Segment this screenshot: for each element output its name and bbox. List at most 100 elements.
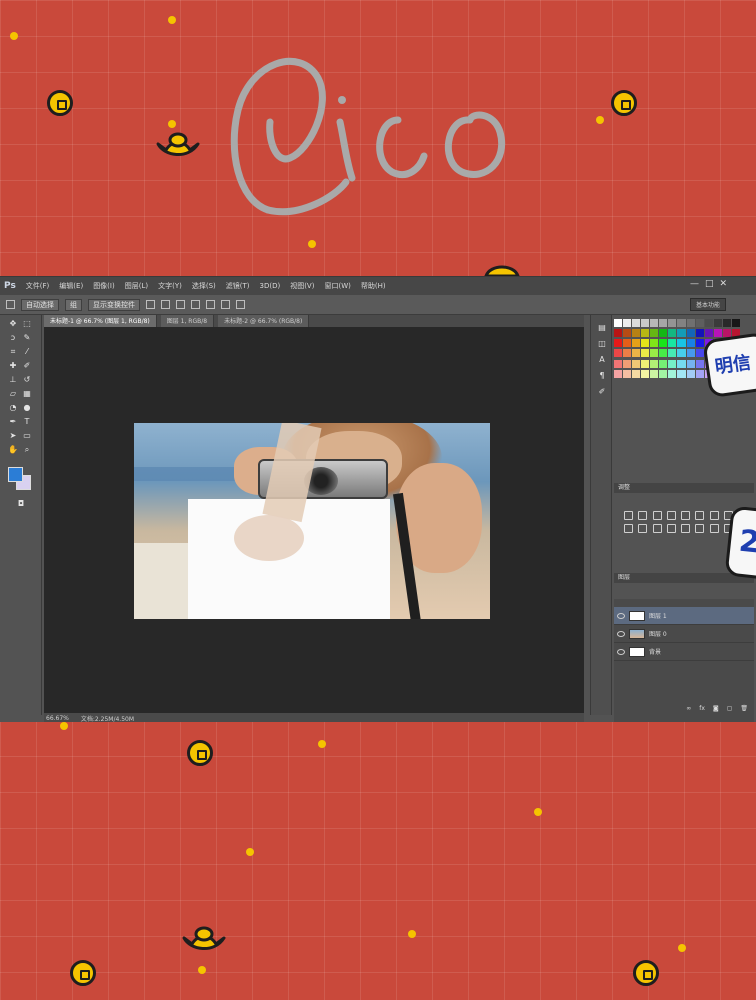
swatch-chip[interactable] (695, 349, 704, 358)
align-top-icon[interactable] (146, 300, 155, 309)
menu-help[interactable]: 帮助(H) (361, 281, 386, 291)
eraser-tool-icon[interactable]: ▱ (8, 389, 18, 399)
swatch-chip[interactable] (623, 319, 632, 327)
move-tool-icon[interactable] (6, 300, 15, 309)
swatch-chip[interactable] (641, 339, 650, 348)
swatch-chip[interactable] (659, 349, 668, 358)
menu-file[interactable]: 文件(F) (26, 281, 50, 291)
swatch-chip[interactable] (632, 359, 641, 368)
hue-saturation-icon[interactable] (695, 511, 705, 520)
adjustments-panel-title[interactable]: 调整 (614, 483, 754, 493)
swatch-chip[interactable] (722, 319, 731, 327)
pen-tool-icon[interactable]: ✒ (8, 417, 18, 427)
visibility-eye-icon[interactable] (617, 630, 625, 637)
channel-mixer-icon[interactable] (638, 524, 648, 533)
marquee-tool-icon[interactable]: ⬚ (22, 319, 32, 329)
swatch-chip[interactable] (650, 319, 659, 327)
invert-icon[interactable] (666, 524, 676, 533)
crop-tool-icon[interactable]: ⌗ (8, 347, 18, 357)
menu-3d[interactable]: 3D(D) (260, 282, 281, 290)
posterize-icon[interactable] (681, 524, 690, 533)
delete-layer-icon[interactable]: 🗑 (740, 705, 748, 712)
swatch-chip[interactable] (641, 329, 650, 338)
layer-row[interactable]: 图层 1 (614, 607, 754, 625)
swatch-chip[interactable] (632, 339, 641, 348)
path-select-tool-icon[interactable]: ➤ (8, 431, 18, 441)
tab-document-1[interactable]: 未标题-1 @ 66.7% (图层 1, RGB/8) (44, 315, 157, 327)
quick-mask-icon[interactable]: ◘ (16, 499, 26, 509)
link-layers-icon[interactable]: ∞ (686, 705, 691, 712)
swatch-chip[interactable] (695, 329, 704, 338)
swatch-chip[interactable] (650, 349, 659, 358)
swatch-chip[interactable] (713, 329, 722, 338)
swatch-chip[interactable] (686, 329, 695, 338)
minimize-button[interactable]: — (690, 279, 699, 289)
fx-icon[interactable]: fx (699, 705, 705, 712)
foreground-color-swatch[interactable] (8, 467, 23, 482)
menu-filter[interactable]: 滤镜(T) (226, 281, 250, 291)
swatch-chip[interactable] (668, 369, 677, 378)
show-transform-checkbox[interactable]: 显示变换控件 (88, 298, 140, 311)
swatch-chip[interactable] (668, 359, 677, 368)
swatch-chip[interactable] (623, 369, 632, 378)
swatch-chip[interactable] (731, 319, 740, 327)
swatch-chip[interactable] (614, 359, 623, 368)
swatch-chip[interactable] (677, 369, 686, 378)
swatch-chip[interactable] (713, 319, 722, 327)
paragraph-panel-icon[interactable]: ¶ (597, 371, 607, 381)
workspace-select[interactable]: 基本功能 (690, 298, 726, 311)
swatch-chip[interactable] (641, 369, 650, 378)
healing-tool-icon[interactable]: ✚ (8, 361, 18, 371)
visibility-eye-icon[interactable] (617, 612, 625, 619)
swatch-chip[interactable] (686, 349, 695, 358)
swatch-chip[interactable] (632, 319, 641, 327)
swatch-chip[interactable] (650, 359, 659, 368)
move-tool-icon[interactable]: ✥ (8, 319, 18, 329)
swatch-chip[interactable] (650, 329, 659, 338)
swatch-chip[interactable] (623, 339, 632, 348)
canvas-image[interactable] (134, 423, 490, 619)
swatch-chip[interactable] (695, 369, 704, 378)
exposure-icon[interactable] (666, 511, 676, 520)
quick-select-tool-icon[interactable]: ✎ (22, 333, 32, 343)
align-right-icon[interactable] (221, 300, 230, 309)
swatch-chip[interactable] (677, 359, 686, 368)
history-brush-tool-icon[interactable]: ↺ (22, 375, 32, 385)
swatch-chip[interactable] (614, 329, 623, 338)
swatch-chip[interactable] (677, 349, 686, 358)
swatch-chip[interactable] (668, 329, 677, 338)
gradient-map-icon[interactable] (709, 524, 719, 533)
close-button[interactable]: ✕ (720, 279, 728, 289)
swatch-chip[interactable] (623, 349, 632, 358)
brush-tool-icon[interactable]: ✐ (22, 361, 32, 371)
swatch-chip[interactable] (641, 359, 650, 368)
history-panel-icon[interactable]: ▤ (597, 323, 607, 333)
properties-panel-icon[interactable]: ◫ (597, 339, 607, 349)
hand-tool-icon[interactable]: ✋ (8, 445, 18, 455)
new-layer-icon[interactable]: ▢ (727, 705, 733, 712)
color-balance-icon[interactable] (709, 511, 719, 520)
maximize-button[interactable]: □ (705, 279, 714, 289)
clone-tool-icon[interactable]: ⊥ (8, 375, 18, 385)
swatch-chip[interactable] (659, 359, 668, 368)
vibrance-icon[interactable] (681, 511, 690, 520)
photo-filter-icon[interactable] (624, 524, 633, 533)
swatch-chip[interactable] (686, 359, 695, 368)
blur-tool-icon[interactable]: ◔ (8, 403, 18, 413)
levels-icon[interactable] (638, 511, 648, 520)
menu-select[interactable]: 选择(S) (192, 281, 216, 291)
swatch-chip[interactable] (641, 319, 650, 327)
swatch-chip[interactable] (686, 339, 695, 348)
swatch-chip[interactable] (704, 329, 713, 338)
gradient-tool-icon[interactable]: ▦ (22, 389, 32, 399)
curves-icon[interactable] (652, 511, 662, 520)
shape-tool-icon[interactable]: ▭ (22, 431, 32, 441)
visibility-eye-icon[interactable] (617, 648, 625, 655)
swatch-chip[interactable] (695, 359, 704, 368)
eyedropper-tool-icon[interactable]: ⁄ (22, 347, 32, 357)
color-lookup-icon[interactable] (652, 524, 662, 533)
swatch-chip[interactable] (686, 369, 695, 378)
swatch-chip[interactable] (632, 369, 641, 378)
menu-layer[interactable]: 图层(L) (125, 281, 148, 291)
align-bottom-icon[interactable] (176, 300, 185, 309)
